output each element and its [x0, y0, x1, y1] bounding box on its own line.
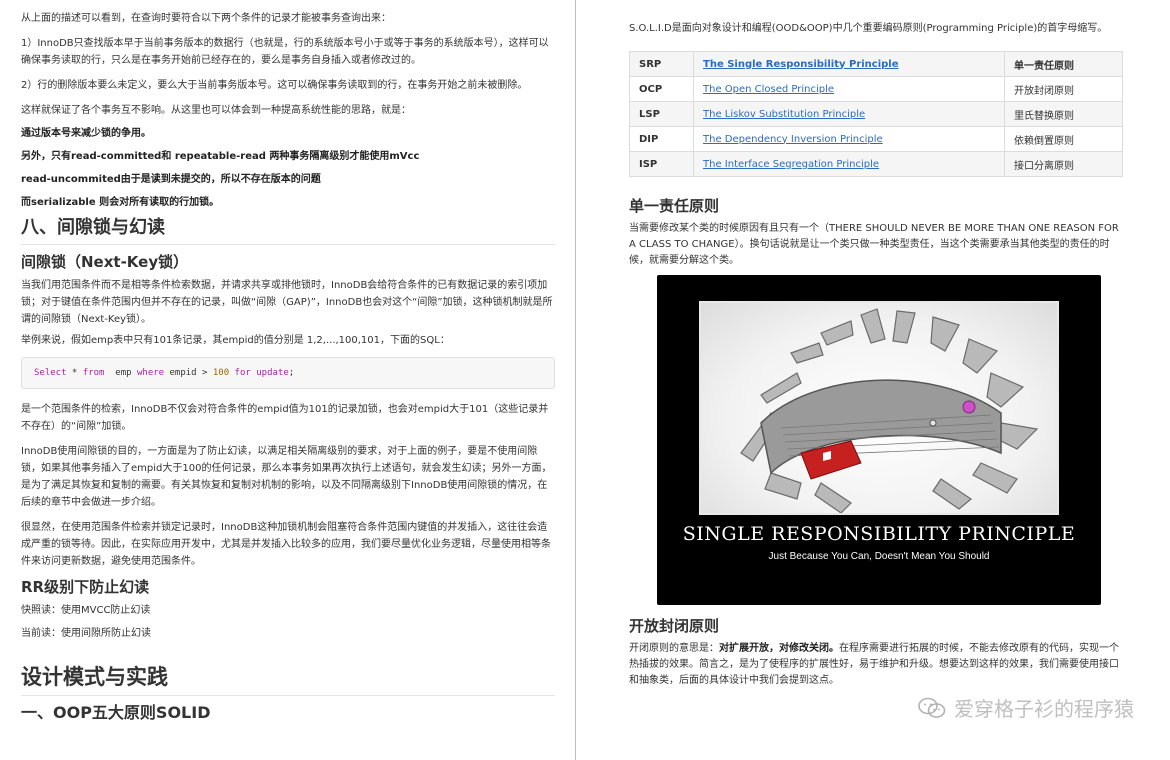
code-keyword-update: update: [256, 368, 289, 378]
watermark-text: 爱穿格子衫的程序猿: [954, 697, 1134, 721]
table-row: OCP The Open Closed Principle 开放封闭原则: [629, 76, 1123, 102]
current-read-note: 当前读：使用间隙所防止幻读: [21, 628, 151, 639]
ocp-text-bold: 对扩展开放，对修改关闭。: [719, 643, 839, 654]
principle-name-cell: The Dependency Inversion Principle: [693, 126, 1005, 152]
solid-intro: S.O.L.I.D是面向对象设计和编程(OOD&OOP)中几个重要编码原则(Pr…: [629, 23, 1108, 34]
principle-link[interactable]: The Liskov Substitution Principle: [703, 109, 865, 120]
condition-2: 2）行的删除版本要么未定义，要么大于当前事务版本号。这可以确保事务读取到的行，在…: [21, 80, 528, 91]
sql-code-block[interactable]: Select * from emp where empid > 100 for …: [21, 357, 555, 389]
bold-note-4: 而serializable 则会对所有读取的行加锁。: [21, 197, 220, 208]
principle-link[interactable]: The Interface Segregation Principle: [703, 159, 879, 170]
srp-paragraph: 当需要修改某个类的时候原因有且只有一个（THERE SHOULD NEVER B…: [629, 223, 1119, 266]
wechat-watermark: 爱穿格子衫的程序猿: [918, 693, 1134, 722]
code-table: emp: [104, 368, 137, 378]
gap-lock-paragraph-1: 当我们用范围条件而不是相等条件检索数据，并请求共享或排他锁时，InnoDB会给符…: [21, 280, 553, 325]
code-keyword-where: where: [136, 368, 165, 378]
principle-abbr: ISP: [629, 151, 694, 177]
snapshot-read-note: 快照读：使用MVCC防止幻读: [21, 605, 151, 616]
code-star: *: [66, 368, 83, 378]
principle-link[interactable]: The Dependency Inversion Principle: [703, 134, 883, 145]
principle-abbr: DIP: [629, 126, 694, 152]
principle-cn: 依赖倒置原则: [1004, 126, 1123, 152]
code-keyword-select: Select: [34, 368, 67, 378]
intro-paragraph: 从上面的描述可以看到，在查询时要符合以下两个条件的记录才能被事务查询出来：: [21, 13, 391, 24]
principle-cn: 单一责任原则: [1004, 51, 1123, 77]
table-row: ISP The Interface Segregation Principle 接口…: [629, 151, 1123, 177]
design-patterns-heading: 设计模式与实践: [21, 662, 555, 696]
swiss-army-knife-icon: [740, 308, 1039, 513]
condition-1: 1）InnoDB只查找版本早于当前事务版本的数据行（也就是，行的系统版本号小于或…: [21, 38, 549, 66]
summary-paragraph: 这样就保证了各个事务互不影响。从这里也可以体会到一种提高系统性能的思路，就是：: [21, 105, 411, 116]
gap-lock-paragraph-5: 很显然，在使用范围条件检索并锁定记录时，InnoDB这种加锁机制会阻塞符合条件范…: [21, 522, 551, 567]
ocp-heading: 开放封闭原则: [629, 617, 720, 635]
bold-note-2: 另外，只有read-committed和 repeatable-read 两种事…: [21, 151, 420, 162]
code-column: empid >: [164, 368, 213, 378]
principle-name-cell: The Interface Segregation Principle: [693, 151, 1005, 177]
ocp-text-a: 开闭原则的意思是：: [629, 643, 719, 654]
bold-note-3: read-uncommited由于是读到未提交的，所以不存在版本的问题: [21, 174, 321, 185]
left-page: 从上面的描述可以看到，在查询时要符合以下两个条件的记录才能被事务查询出来： 1）…: [0, 0, 576, 760]
principle-name-cell: The Liskov Substitution Principle: [693, 101, 1005, 127]
principle-link[interactable]: The Open Closed Principle: [703, 84, 834, 95]
principle-link[interactable]: The Single Responsibility Principle: [703, 59, 899, 70]
table-row: DIP The Dependency Inversion Principle 依赖倒…: [629, 126, 1123, 152]
right-page: S.O.L.I.D是面向对象设计和编程(OOD&OOP)中几个重要编码原则(Pr…: [577, 0, 1170, 760]
code-number: 100: [212, 368, 230, 378]
gap-lock-paragraph-3: 是一个范围条件的检索，InnoDB不仅会对符合条件的empid值为101的记录加…: [21, 404, 549, 432]
principle-cn: 开放封闭原则: [1004, 76, 1123, 102]
srp-heading: 单一责任原则: [629, 197, 720, 215]
principle-abbr: SRP: [629, 51, 694, 77]
gap-lock-heading: 间隙锁（Next-Key锁）: [21, 253, 189, 271]
srp-poster-image: SINGLE RESPONSIBILITY PRINCIPLE Just Bec…: [657, 275, 1101, 605]
poster-subtitle: Just Because You Can, Doesn't Mean You S…: [768, 551, 990, 562]
solid-table: SRP The Single Responsibility Principle 单…: [629, 51, 1123, 177]
ocp-paragraph: 开闭原则的意思是：对扩展开放，对修改关闭。在程序需要进行拓展的时候，不能去修改原…: [629, 641, 1125, 689]
principle-name-cell: The Single Responsibility Principle: [693, 51, 1005, 77]
table-row: SRP The Single Responsibility Principle 单…: [629, 51, 1123, 77]
swiss-army-knife-illustration: [699, 301, 1059, 515]
principle-abbr: LSP: [629, 101, 694, 127]
oop-solid-heading: 一、OOP五大原则SOLID: [21, 703, 211, 722]
gap-lock-paragraph-4: InnoDB使用间隙锁的目的，一方面是为了防止幻读，以满足相关隔离级别的要求，对…: [21, 446, 552, 508]
code-keyword-for: for: [234, 368, 251, 378]
principle-abbr: OCP: [629, 76, 694, 102]
poster-title: SINGLE RESPONSIBILITY PRINCIPLE: [682, 523, 1076, 545]
principle-cn: 接口分离原则: [1004, 151, 1123, 177]
principle-cn: 里氏替换原则: [1004, 101, 1123, 127]
code-keyword-from: from: [82, 368, 105, 378]
bold-note-1: 通过版本号来减少锁的争用。: [21, 128, 151, 139]
rr-heading: RR级别下防止幻读: [21, 578, 150, 596]
code-end: ;: [288, 368, 295, 378]
section-8-heading: 八、间隙锁与幻读: [21, 215, 555, 245]
principle-name-cell: The Open Closed Principle: [693, 76, 1005, 102]
gap-lock-paragraph-2: 举例来说，假如emp表中只有101条记录，其empid的值分别是 1,2,...…: [21, 335, 450, 346]
wechat-logo-icon: [918, 697, 946, 718]
table-row: LSP The Liskov Substitution Principle 里氏替换…: [629, 101, 1123, 127]
